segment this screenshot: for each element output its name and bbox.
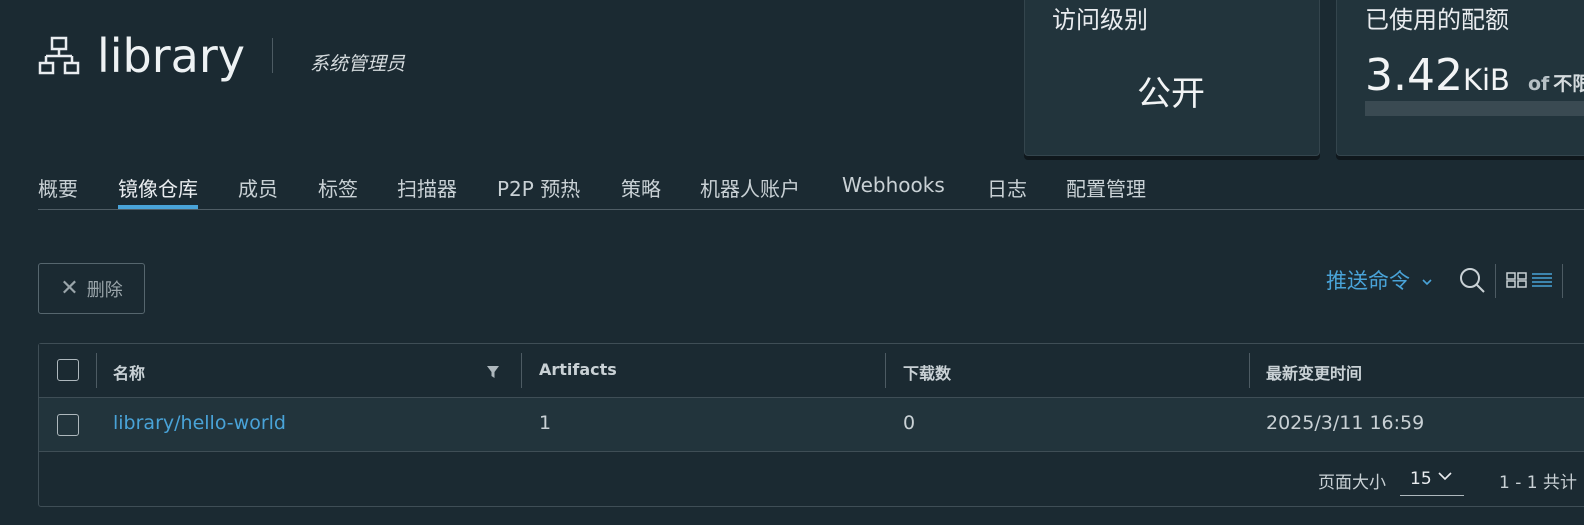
toolbar-divider bbox=[1562, 264, 1563, 298]
column-header-artifacts[interactable]: Artifacts bbox=[539, 360, 617, 379]
close-icon: ✕ bbox=[60, 276, 79, 301]
column-header-pulls[interactable]: 下载数 bbox=[903, 360, 951, 384]
filter-icon[interactable] bbox=[486, 365, 500, 379]
quota-value: 3.42 bbox=[1365, 50, 1463, 101]
quota-unit: KiB bbox=[1462, 63, 1510, 97]
access-level-title: 访问级别 bbox=[1052, 6, 1148, 34]
row-checkbox[interactable] bbox=[57, 414, 79, 436]
tab-2[interactable]: 成员 bbox=[238, 173, 278, 202]
list-view-icon[interactable] bbox=[1531, 272, 1553, 288]
updated-time: 2025/3/11 16:59 bbox=[1266, 412, 1425, 434]
select-all-checkbox[interactable] bbox=[57, 359, 79, 381]
tab-5[interactable]: P2P 预热 bbox=[497, 173, 580, 202]
push-command-dropdown[interactable]: 推送命令 bbox=[1326, 265, 1433, 295]
pulls-count: 0 bbox=[903, 412, 916, 434]
quota-progress-bar bbox=[1365, 101, 1584, 116]
tab-6[interactable]: 策略 bbox=[621, 173, 661, 202]
column-divider bbox=[96, 353, 97, 388]
user-role: 系统管理员 bbox=[310, 53, 406, 75]
repository-name-link[interactable]: library/hello-world bbox=[113, 412, 286, 434]
tab-10[interactable]: 配置管理 bbox=[1066, 173, 1146, 202]
page-size-value: 15 bbox=[1410, 469, 1432, 489]
active-tab-indicator bbox=[118, 205, 198, 209]
tab-4[interactable]: 扫描器 bbox=[397, 173, 457, 202]
table-row[interactable]: library/hello-world 1 0 2025/3/11 16:59 bbox=[39, 398, 1584, 452]
column-divider bbox=[1249, 353, 1250, 388]
quota-limit: 不限 bbox=[1553, 73, 1584, 95]
project-title: library bbox=[97, 29, 245, 83]
quota-of: of bbox=[1527, 73, 1550, 95]
page-size-label: 页面大小 bbox=[1318, 473, 1386, 493]
table-header: 名称 Artifacts 下载数 最新变更时间 bbox=[39, 344, 1584, 398]
pagination-range: 1 - 1 共计 bbox=[1499, 473, 1577, 493]
project-icon bbox=[38, 36, 80, 75]
column-header-updated[interactable]: 最新变更时间 bbox=[1266, 360, 1362, 384]
chevron-down-icon bbox=[1438, 472, 1452, 481]
tab-3[interactable]: 标签 bbox=[318, 173, 358, 202]
quota-title: 已使用的配额 bbox=[1365, 6, 1509, 34]
tab-0[interactable]: 概要 bbox=[38, 173, 78, 202]
delete-button[interactable]: ✕ 删除 bbox=[38, 263, 145, 314]
chevron-down-icon bbox=[1422, 279, 1432, 286]
push-command-label: 推送命令 bbox=[1326, 269, 1410, 293]
column-divider bbox=[885, 353, 886, 388]
project-tabs: 概要 镜像仓库 成员 标签 扫描器 P2P 预热 策略 机器人账户 Webhooks 日志 配置管理 bbox=[38, 164, 1584, 210]
header-divider bbox=[272, 38, 273, 73]
tab-7[interactable]: 机器人账户 bbox=[700, 173, 800, 202]
grid-view-icon[interactable] bbox=[1506, 272, 1528, 288]
column-divider bbox=[521, 353, 522, 388]
tab-9[interactable]: 日志 bbox=[987, 173, 1027, 202]
column-header-name[interactable]: 名称 bbox=[113, 360, 145, 384]
delete-label: 删除 bbox=[86, 279, 123, 301]
toolbar-divider bbox=[1495, 264, 1496, 298]
tab-8[interactable]: Webhooks bbox=[842, 173, 945, 197]
artifacts-count: 1 bbox=[539, 412, 552, 434]
quota-value-line: 3.42KiB of 不限 bbox=[1365, 50, 1584, 101]
tab-1[interactable]: 镜像仓库 bbox=[118, 173, 198, 202]
access-level-value: 公开 bbox=[1137, 74, 1205, 114]
search-icon[interactable] bbox=[1458, 266, 1486, 294]
